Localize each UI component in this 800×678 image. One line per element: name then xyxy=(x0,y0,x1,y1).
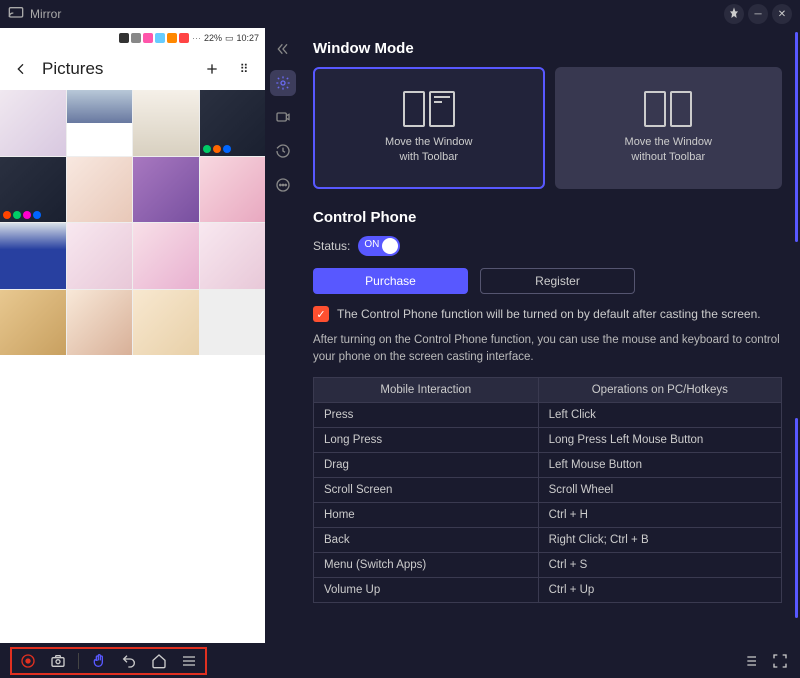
photo-thumb[interactable] xyxy=(200,223,266,289)
battery-label: 22% xyxy=(204,33,222,43)
titlebar: Mirror ─ ✕ xyxy=(0,0,800,28)
record-icon[interactable] xyxy=(270,104,296,130)
table-cell: Ctrl + S xyxy=(538,552,781,577)
checkbox-label: The Control Phone function will be turne… xyxy=(337,307,761,321)
table-cell: Right Click; Ctrl + B xyxy=(538,527,781,552)
table-row: Volume UpCtrl + Up xyxy=(314,577,782,602)
footer-left-highlight xyxy=(10,647,207,675)
history-icon[interactable] xyxy=(270,138,296,164)
minimize-button[interactable]: ─ xyxy=(748,4,768,24)
table-cell: Ctrl + H xyxy=(538,502,781,527)
table-row: HomeCtrl + H xyxy=(314,502,782,527)
undo-button[interactable] xyxy=(119,651,139,671)
phone-mirror-panel: ⋯ 22% ▭ 10:27 Pictures ⠿ xyxy=(0,28,265,643)
table-header: Mobile Interaction xyxy=(314,377,539,402)
photo-thumb[interactable] xyxy=(200,157,266,223)
add-icon[interactable] xyxy=(201,58,223,80)
status-label: Status: xyxy=(313,239,350,253)
back-arrow-icon[interactable] xyxy=(10,58,32,80)
photo-thumb[interactable] xyxy=(67,157,133,223)
phone-status-bar: ⋯ 22% ▭ 10:27 xyxy=(0,28,265,48)
control-phone-toggle[interactable]: ON xyxy=(358,236,400,256)
list-button[interactable] xyxy=(740,651,760,671)
control-phone-title: Control Phone xyxy=(313,209,782,226)
photo-thumb[interactable] xyxy=(133,157,199,223)
photo-thumb[interactable] xyxy=(67,223,133,289)
table-row: Long PressLong Press Left Mouse Button xyxy=(314,427,782,452)
photo-thumb[interactable] xyxy=(133,90,199,156)
table-cell: Drag xyxy=(314,452,539,477)
table-cell: Long Press Left Mouse Button xyxy=(538,427,781,452)
table-row: Scroll ScreenScroll Wheel xyxy=(314,477,782,502)
table-cell: Scroll Wheel xyxy=(538,477,781,502)
app-title: Mirror xyxy=(30,7,61,21)
phone-page-title: Pictures xyxy=(42,59,191,79)
screenshot-button[interactable] xyxy=(48,651,68,671)
collapse-icon[interactable] xyxy=(270,36,296,62)
table-cell: Scroll Screen xyxy=(314,477,539,502)
window-icon xyxy=(644,91,692,127)
footer-toolbar xyxy=(0,643,800,678)
photo-thumb[interactable] xyxy=(133,290,199,356)
card-label: Move the Window with Toolbar xyxy=(385,135,472,166)
photo-thumb[interactable] xyxy=(67,290,133,356)
close-button[interactable]: ✕ xyxy=(772,4,792,24)
photo-thumb[interactable] xyxy=(200,90,266,156)
table-cell: Long Press xyxy=(314,427,539,452)
table-cell: Ctrl + Up xyxy=(538,577,781,602)
table-cell: Left Mouse Button xyxy=(538,452,781,477)
table-cell: Press xyxy=(314,402,539,427)
window-mode-card-without-toolbar[interactable]: Move the Window without Toolbar xyxy=(555,67,783,189)
table-cell: Left Click xyxy=(538,402,781,427)
sidebar xyxy=(265,28,301,643)
register-button[interactable]: Register xyxy=(480,268,635,294)
home-button[interactable] xyxy=(149,651,169,671)
toggle-text: ON xyxy=(364,239,379,250)
photo-thumb[interactable] xyxy=(0,223,66,289)
window-mode-card-with-toolbar[interactable]: Move the Window with Toolbar xyxy=(313,67,545,189)
more-icon[interactable] xyxy=(270,172,296,198)
card-label: Move the Window without Toolbar xyxy=(625,135,712,166)
hand-tool-button[interactable] xyxy=(89,651,109,671)
table-cell: Back xyxy=(314,527,539,552)
window-toolbar-icon xyxy=(403,91,455,127)
table-row: PressLeft Click xyxy=(314,402,782,427)
window-mode-title: Window Mode xyxy=(313,40,782,57)
settings-icon[interactable] xyxy=(270,70,296,96)
grid-icon[interactable]: ⠿ xyxy=(233,58,255,80)
photo-gallery[interactable] xyxy=(0,90,265,355)
purchase-button[interactable]: Purchase xyxy=(313,268,468,294)
photo-thumb[interactable] xyxy=(133,223,199,289)
menu-button[interactable] xyxy=(179,651,199,671)
hotkeys-table: Mobile Interaction Operations on PC/Hotk… xyxy=(313,377,782,603)
record-button[interactable] xyxy=(18,651,38,671)
pin-button[interactable] xyxy=(724,4,744,24)
table-row: DragLeft Mouse Button xyxy=(314,452,782,477)
table-row: Menu (Switch Apps)Ctrl + S xyxy=(314,552,782,577)
battery-icon: ▭ xyxy=(225,33,234,44)
table-cell: Menu (Switch Apps) xyxy=(314,552,539,577)
scrollbar[interactable] xyxy=(795,32,798,242)
cast-icon xyxy=(8,5,24,24)
photo-thumb[interactable] xyxy=(0,157,66,223)
phone-header: Pictures ⠿ xyxy=(0,48,265,90)
settings-content: Window Mode Move the Window with Toolbar… xyxy=(301,28,800,643)
fullscreen-button[interactable] xyxy=(770,651,790,671)
table-header: Operations on PC/Hotkeys xyxy=(538,377,781,402)
table-row: BackRight Click; Ctrl + B xyxy=(314,527,782,552)
photo-thumb[interactable] xyxy=(67,90,133,156)
table-cell: Home xyxy=(314,502,539,527)
time-label: 10:27 xyxy=(236,33,259,43)
photo-thumb[interactable] xyxy=(0,90,66,156)
control-phone-description: After turning on the Control Phone funct… xyxy=(313,332,782,367)
photo-thumb[interactable] xyxy=(0,290,66,356)
table-cell: Volume Up xyxy=(314,577,539,602)
scrollbar[interactable] xyxy=(795,418,798,618)
default-on-checkbox[interactable]: ✓ xyxy=(313,306,329,322)
